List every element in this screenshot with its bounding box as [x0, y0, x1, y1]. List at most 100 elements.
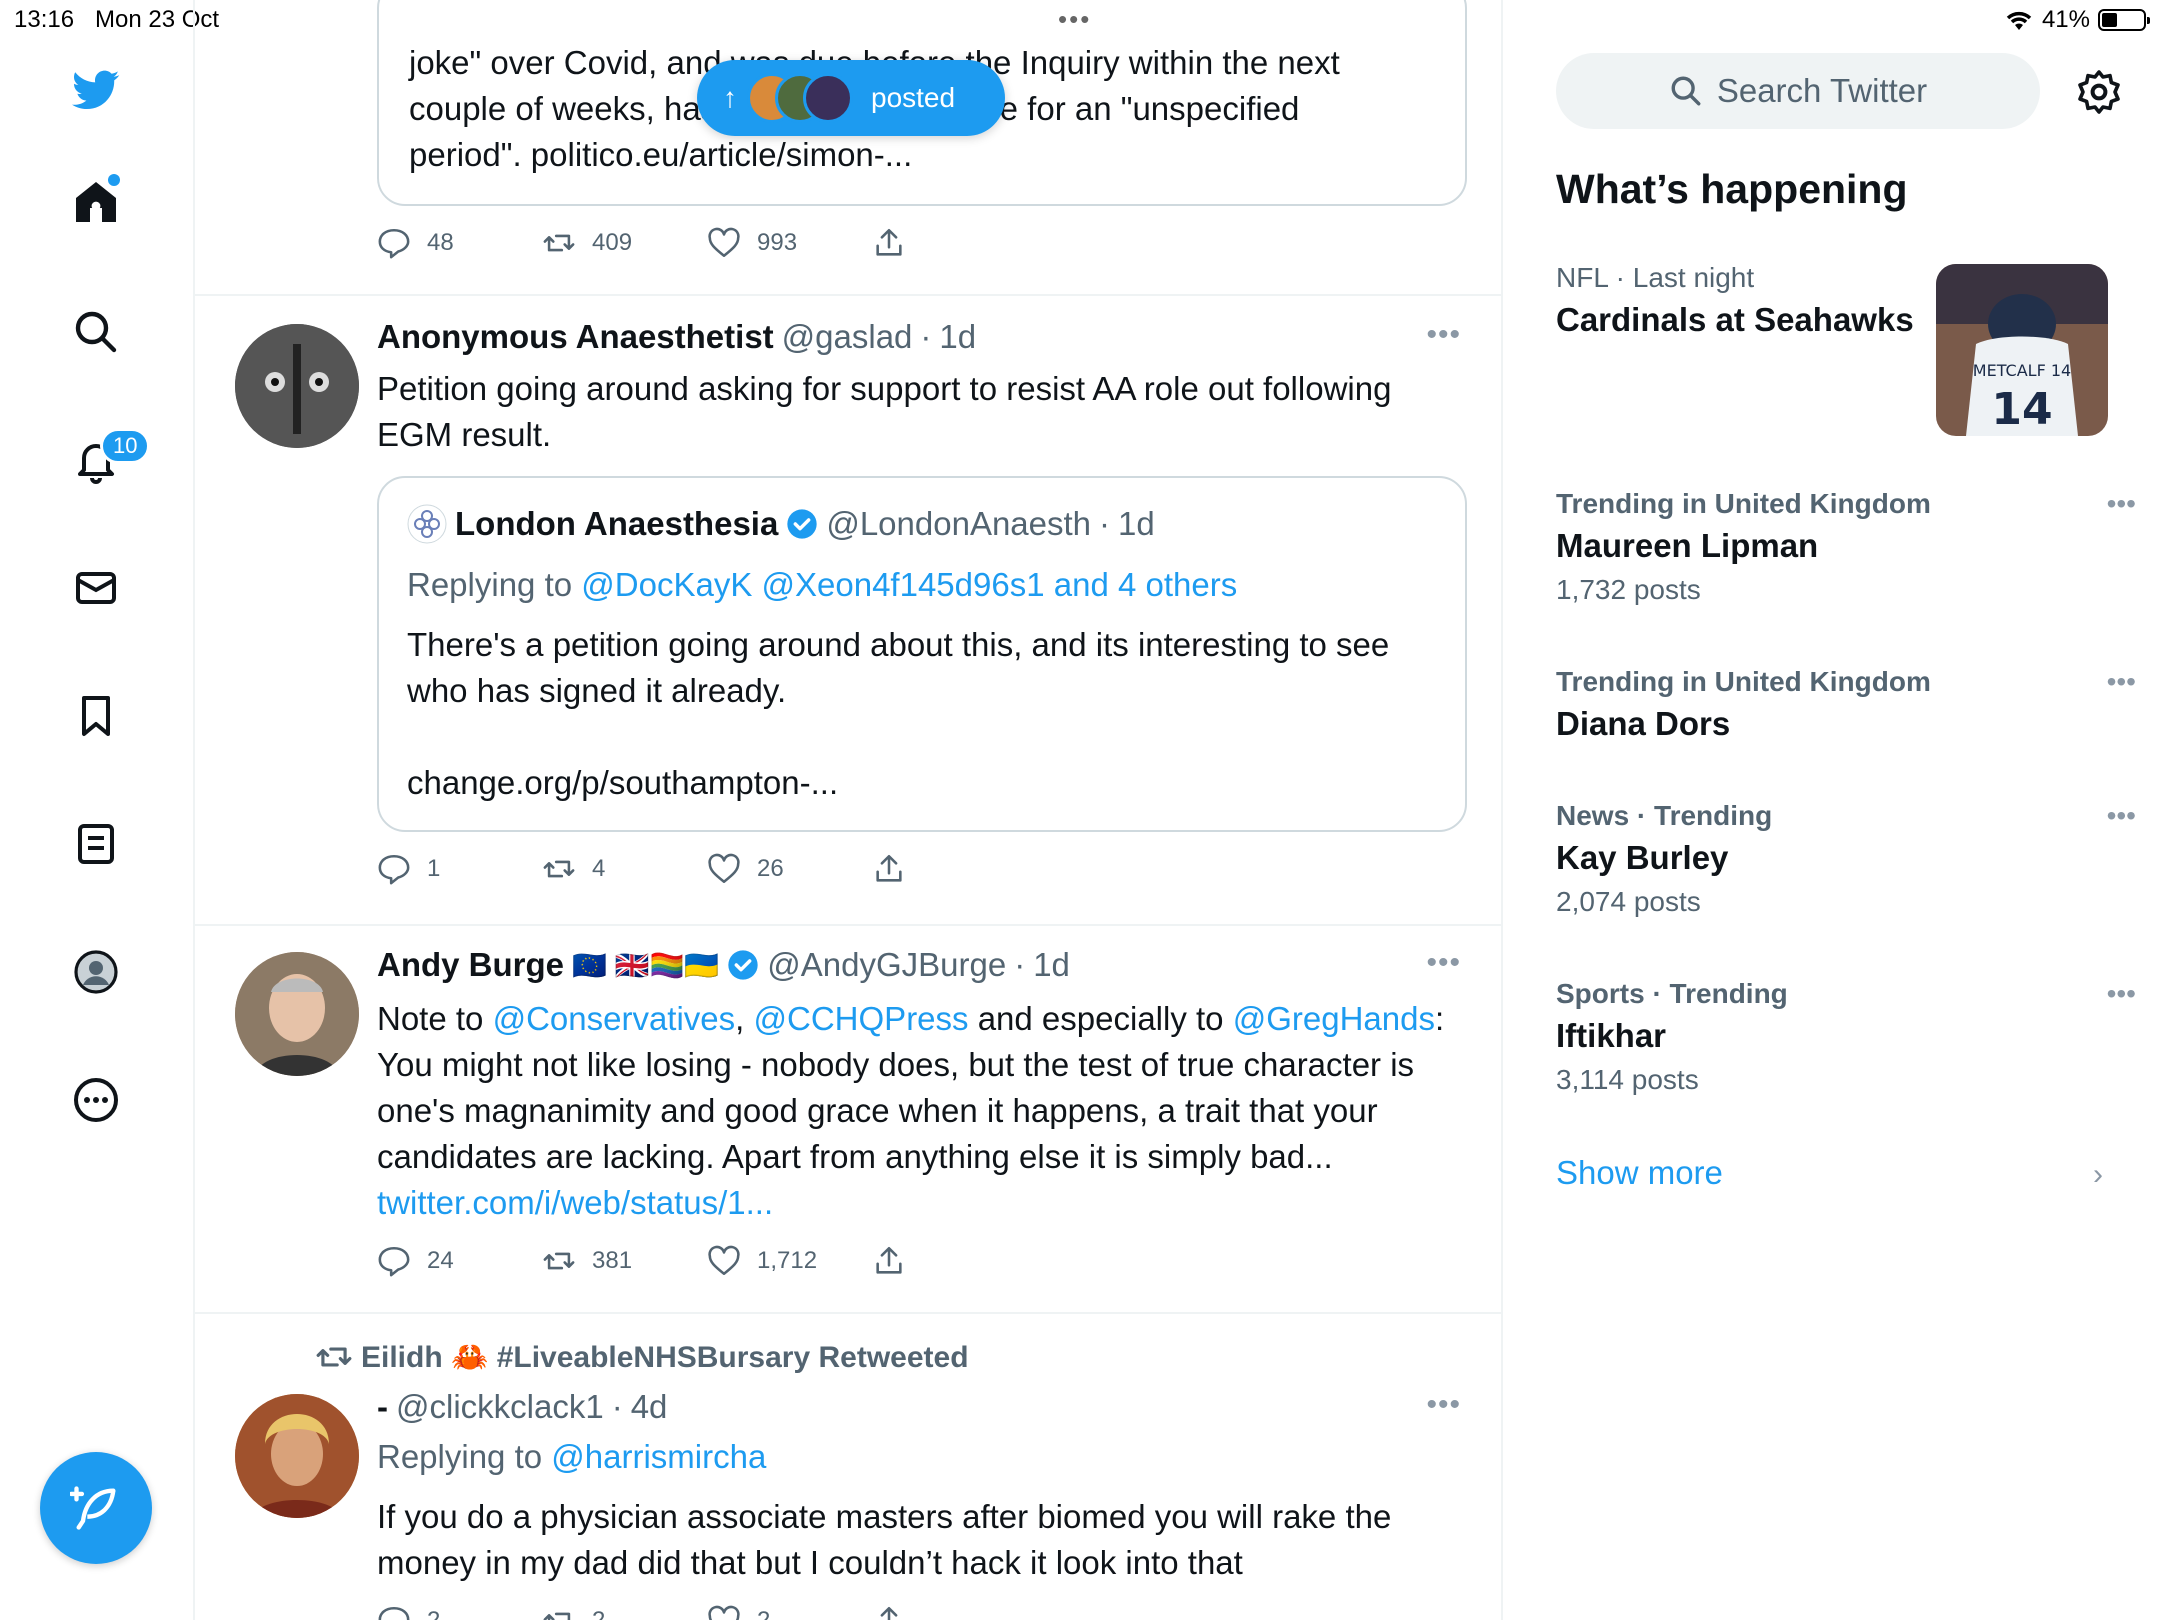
trend-more-options[interactable]: •••	[2107, 978, 2136, 1010]
tweet-more-options[interactable]: •••	[1426, 318, 1461, 352]
tweet[interactable]: Andy Burge 🇪🇺 🇬🇧🏳️‍🌈🇺🇦 @AndyGJBurge · 1d…	[195, 926, 1501, 1314]
reply-icon	[378, 1606, 410, 1620]
avatar[interactable]	[235, 1394, 359, 1518]
trend-context: Trending in United Kingdom	[1556, 666, 1931, 697]
reply-button[interactable]: 2	[377, 1604, 542, 1620]
mention-link[interactable]: @CCHQPress	[754, 1000, 969, 1037]
share-button[interactable]	[872, 226, 1037, 260]
tweet[interactable]: Anonymous Anaesthetist @gaslad · 1d ••• …	[195, 296, 1501, 926]
compose-feather-icon	[70, 1486, 116, 1530]
like-button[interactable]: 26	[707, 852, 872, 886]
share-button[interactable]	[872, 1604, 1037, 1620]
reply-button[interactable]: 24	[377, 1244, 542, 1278]
retweeted-by-label[interactable]: Eilidh 🦀 #LiveableNHSBursary Retweeted	[361, 1340, 969, 1375]
quoted-tweet-header: London Anaesthesia @LondonAnaesth · 1d	[407, 504, 1155, 544]
left-nav: 10	[0, 0, 193, 1620]
messages-envelope-icon[interactable]	[64, 556, 128, 620]
tweet-link[interactable]: twitter.com/i/web/status/1...	[377, 1184, 773, 1221]
retweet-button[interactable]: 2	[542, 1604, 707, 1620]
retweet-icon	[543, 1612, 571, 1620]
author-name[interactable]: Anonymous Anaesthetist	[377, 318, 774, 356]
author-handle[interactable]: @gaslad	[782, 318, 913, 356]
trend-item[interactable]: Sports · Trending Iftikhar 3,114 posts •…	[1556, 978, 2136, 1096]
retweet-icon	[316, 1347, 352, 1367]
trend-more-options[interactable]: •••	[2107, 666, 2136, 698]
replying-to: Replying to @harrismircha	[377, 1434, 1467, 1480]
share-icon	[876, 1246, 902, 1274]
author-name[interactable]: -	[377, 1388, 388, 1426]
quoted-replying-to: Replying to @DocKayK @Xeon4f145d96s1 and…	[407, 562, 1447, 608]
verified-badge-icon	[787, 509, 817, 539]
show-more-link[interactable]: Show more	[1556, 1154, 1723, 1192]
author-handle[interactable]: @clickkclack1	[396, 1388, 604, 1426]
trend-post-count: 2,074 posts	[1556, 886, 1701, 917]
chevron-right-icon: ›	[2093, 1158, 2103, 1191]
pill-avatars	[747, 73, 853, 123]
like-button[interactable]: 1,712	[707, 1244, 872, 1278]
twitter-logo-icon[interactable]	[64, 58, 128, 122]
trend-post-count: 1,732 posts	[1556, 574, 1701, 605]
quoted-text-line: period". politico.eu/article/simon-...	[409, 136, 913, 173]
replying-to-mentions[interactable]: @DocKayK @Xeon4f145d96s1 and 4 others	[581, 566, 1237, 603]
gear-icon[interactable]	[2075, 68, 2123, 116]
lists-icon[interactable]	[64, 812, 128, 876]
reply-count: 2	[427, 1607, 440, 1620]
separator-dot: ·	[1014, 946, 1026, 983]
tweet-actions: 2 2 2	[377, 1604, 1037, 1620]
tweet-time[interactable]: 4d	[631, 1388, 668, 1426]
trend-more-options[interactable]: •••	[2107, 488, 2136, 520]
trend-item[interactable]: News · Trending Kay Burley 2,074 posts •…	[1556, 800, 2136, 918]
quoted-author-name: London Anaesthesia	[455, 505, 779, 542]
quoted-tweet[interactable]: London Anaesthesia @LondonAnaesth · 1d R…	[377, 476, 1467, 832]
mention-link[interactable]: @Conservatives	[493, 1000, 736, 1037]
tweet-more-options[interactable]: •••	[1426, 946, 1461, 980]
tweet[interactable]: Eilidh 🦀 #LiveableNHSBursary Retweeted -…	[195, 1314, 1501, 1620]
trend-item[interactable]: Trending in United Kingdom Maureen Lipma…	[1556, 488, 2136, 606]
quoted-tweet-time: 1d	[1118, 505, 1155, 542]
replying-to-mention[interactable]: @harrismircha	[551, 1438, 766, 1475]
search-input[interactable]: Search Twitter	[1556, 53, 2040, 129]
tweet-header: Andy Burge 🇪🇺 🇬🇧🏳️‍🌈🇺🇦 @AndyGJBurge · 1d	[377, 946, 1070, 984]
trend-image[interactable]: METCALF 14 14	[1936, 264, 2108, 436]
trend-more-options[interactable]: •••	[2107, 800, 2136, 832]
mention-link[interactable]: @GregHands	[1233, 1000, 1435, 1037]
profile-icon[interactable]	[64, 940, 128, 1004]
reply-count: 48	[427, 229, 454, 256]
home-unread-dot	[108, 174, 120, 186]
retweet-button[interactable]: 381	[542, 1244, 707, 1278]
share-button[interactable]	[872, 1244, 1037, 1278]
bookmarks-icon[interactable]	[64, 684, 128, 748]
tweet-time[interactable]: 1d	[1033, 946, 1070, 984]
reply-button[interactable]: 48	[377, 226, 542, 260]
avatar[interactable]	[235, 952, 359, 1076]
share-button[interactable]	[872, 852, 1037, 886]
compose-tweet-button[interactable]	[40, 1452, 152, 1564]
tweet-text: If you do a physician associate masters …	[377, 1498, 1392, 1581]
avatar[interactable]	[235, 324, 359, 448]
avatar	[803, 73, 853, 123]
new-posts-pill[interactable]: ↑ posted	[697, 60, 1005, 136]
more-options-icon[interactable]	[64, 1068, 128, 1132]
quoted-tweet-link[interactable]: change.org/p/southampton-...	[407, 760, 1447, 806]
author-handle[interactable]: @AndyGJBurge	[767, 946, 1006, 984]
tweet[interactable]: joke" over Covid, and was due before the…	[195, 0, 1501, 296]
replying-to-label: Replying to	[407, 566, 573, 603]
trend-title: Kay Burley	[1556, 839, 1729, 876]
search-placeholder: Search Twitter	[1716, 72, 1928, 109]
verified-badge-icon	[728, 950, 758, 980]
like-button[interactable]: 2	[707, 1604, 872, 1620]
author-name[interactable]: Andy Burge	[377, 946, 564, 984]
like-count: 993	[757, 229, 798, 256]
like-button[interactable]: 993	[707, 226, 872, 260]
reply-button[interactable]: 1	[377, 852, 542, 886]
tweet-time[interactable]: 1d	[939, 318, 976, 356]
retweet-button[interactable]: 409	[542, 226, 707, 260]
whats-happening-title: What’s happening	[1556, 166, 1908, 212]
tweet-more-options[interactable]: •••	[1426, 1388, 1461, 1422]
reply-count: 1	[427, 855, 441, 882]
explore-search-icon[interactable]	[64, 300, 128, 364]
retweet-icon	[543, 860, 575, 878]
retweet-button[interactable]: 4	[542, 852, 707, 886]
tweet-actions: 48 409 993	[377, 226, 1037, 260]
trend-item[interactable]: Trending in United Kingdom Diana Dors ••…	[1556, 666, 2136, 744]
